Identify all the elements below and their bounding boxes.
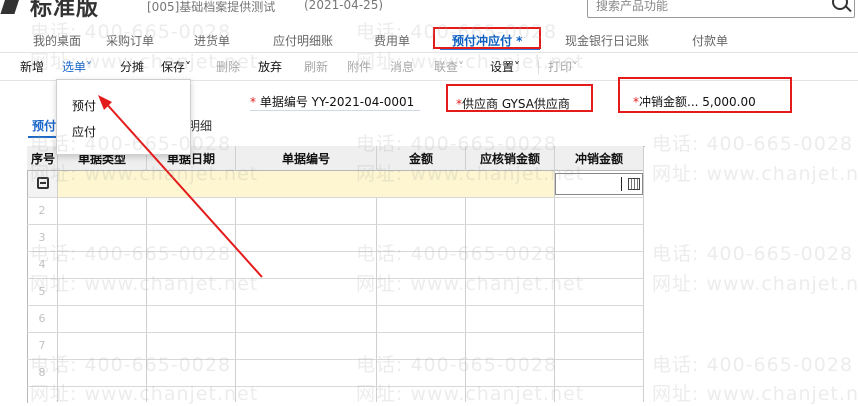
app-title: 标准版 <box>30 0 100 21</box>
highlight-box-writeoff <box>618 77 792 113</box>
company-subtitle: [005]基础档案提供测试 <box>147 0 276 14</box>
chevron-down-icon: ˅ <box>514 60 521 74</box>
tab-receipt[interactable]: 进货单 <box>194 32 230 49</box>
col-header-writeoff: 冲销金额 <box>574 152 623 166</box>
subtab-detail[interactable]: 明细 <box>188 117 212 134</box>
search-icon[interactable] <box>832 0 848 10</box>
watermark-phone: 电话: 400-665-0028 <box>652 243 854 265</box>
tab-cash-journal[interactable]: 现金银行日记账 <box>565 32 649 49</box>
grid-row-divider <box>27 386 644 387</box>
row-number: 8 <box>38 366 46 379</box>
chevron-down-icon: ˅ <box>458 60 465 74</box>
grid-row-divider <box>27 197 644 198</box>
select-doc-label: 选单 <box>62 60 87 74</box>
save-button[interactable]: 保存˅ <box>161 58 191 75</box>
row-number: 5 <box>38 285 46 298</box>
tab-payable-ledger[interactable]: 应付明细账 <box>273 32 333 49</box>
subtab-prepay[interactable]: 预付 <box>32 117 56 134</box>
row-number: 2 <box>38 204 46 217</box>
row-number: 7 <box>38 339 46 352</box>
col-header-due-writeoff: 应核销金额 <box>479 152 540 166</box>
doc-no-underline <box>250 110 420 111</box>
tab-expense[interactable]: 费用单 <box>374 32 410 49</box>
attachment-button[interactable]: 附件 <box>347 58 371 75</box>
text-caret <box>621 177 622 191</box>
highlight-box-supplier <box>446 84 593 112</box>
row-number: 4 <box>38 258 46 271</box>
doc-no-field[interactable]: * 单据编号 YY-2021-04-0001 <box>250 93 414 110</box>
col-header-amount: 金额 <box>408 152 433 166</box>
row-number: 3 <box>38 231 46 244</box>
message-button[interactable]: 消息 <box>390 58 414 75</box>
chevron-down-icon: ˅ <box>185 60 192 74</box>
watermark-phone: 电话: 400-665-0028 <box>652 354 854 376</box>
chevron-down-icon: ˅ <box>572 60 579 74</box>
grid-row-divider <box>27 224 644 225</box>
abandon-button[interactable]: 放弃 <box>258 58 282 75</box>
grid-row-divider <box>27 332 644 333</box>
watermark-site: 网址: www.chanjet.net <box>652 163 858 185</box>
print-label: 打印 <box>548 60 573 74</box>
col-header-doc-no: 单据编号 <box>281 152 330 166</box>
row-number: 6 <box>38 312 46 325</box>
calculator-icon[interactable] <box>628 178 640 190</box>
col-header-seq: 序号 <box>30 152 55 166</box>
login-date: (2021-04-25) <box>304 0 384 12</box>
select-doc-dropdown <box>56 79 191 155</box>
save-label: 保存 <box>161 60 186 74</box>
tab-purchase-order[interactable]: 采购订单 <box>106 32 154 49</box>
refresh-button[interactable]: 刷新 <box>304 58 328 75</box>
link-query-button[interactable]: 联查˅ <box>434 58 464 75</box>
watermark-site: 网址: www.chanjet.net <box>652 273 858 295</box>
split-button[interactable]: 分摊 <box>120 58 144 75</box>
grid-row-divider <box>27 305 644 306</box>
row-expand-icon[interactable] <box>37 177 49 189</box>
menu-item-payable[interactable]: 应付 <box>72 123 96 140</box>
settings-button[interactable]: 设置˅ <box>490 58 520 75</box>
tab-my-desktop[interactable]: 我的桌面 <box>33 32 81 49</box>
settings-label: 设置 <box>490 60 515 74</box>
delete-button[interactable]: 删除 <box>216 58 240 75</box>
grid-col-divider <box>643 146 644 402</box>
subtab-indicator <box>28 136 58 138</box>
watermark-phone: 电话: 400-665-0028 <box>652 133 854 155</box>
link-query-label: 联查 <box>434 60 459 74</box>
grid-row-divider <box>27 251 644 252</box>
new-button[interactable]: 新增 <box>20 58 44 75</box>
search-placeholder: 搜索产品功能 <box>596 0 669 13</box>
highlight-box-tab <box>433 27 541 49</box>
print-button[interactable]: 打印˅ <box>548 58 578 75</box>
toolbar-divider <box>538 60 539 74</box>
grid-row-divider <box>27 359 644 360</box>
tab-payment[interactable]: 付款单 <box>692 32 728 49</box>
table-row[interactable] <box>58 171 554 197</box>
chevron-down-icon: ˅ <box>86 60 93 74</box>
select-doc-button[interactable]: 选单˅ <box>62 58 92 75</box>
menu-item-prepay[interactable]: 预付 <box>72 97 96 114</box>
grid-row-divider <box>27 278 644 279</box>
